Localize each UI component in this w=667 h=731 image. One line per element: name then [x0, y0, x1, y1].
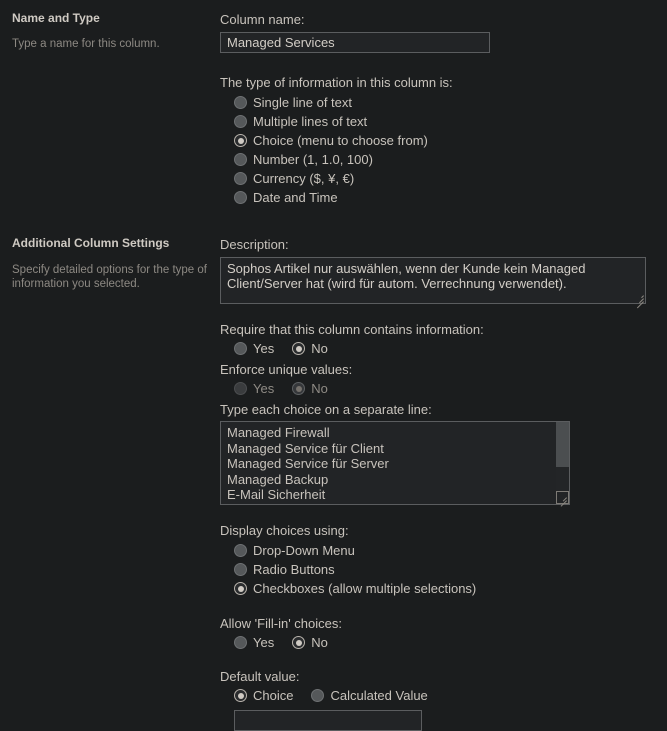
radio-icon-disabled-selected	[292, 382, 306, 395]
radio-icon[interactable]	[234, 191, 247, 204]
section-name-and-type: Name and Type Type a name for this colum…	[0, 0, 667, 207]
require-info-option-yes[interactable]: Yes	[234, 340, 274, 357]
enforce-unique-label: Enforce unique values:	[220, 362, 353, 377]
display-choices-option-checkboxes[interactable]: Checkboxes (allow multiple selections)	[220, 579, 655, 598]
column-type-option-label: Date and Time	[253, 190, 338, 205]
require-info-option-label: No	[311, 341, 328, 356]
section-additional-settings: Additional Column Settings Specify detai…	[0, 207, 667, 731]
section-description: Specify detailed options for the type of…	[12, 264, 207, 290]
radio-icon[interactable]	[234, 342, 247, 355]
radio-icon[interactable]	[311, 689, 325, 702]
fill-in-option-yes[interactable]: Yes	[234, 634, 274, 651]
require-info-label: Require that this column contains inform…	[220, 322, 484, 337]
radio-icon[interactable]	[234, 96, 247, 109]
radio-icon-disabled	[234, 382, 247, 395]
column-type-option-label: Choice (menu to choose from)	[253, 133, 428, 148]
column-type-label: The type of information in this column i…	[220, 75, 453, 90]
choices-scrollbar-thumb[interactable]	[556, 422, 569, 467]
resize-handle-icon[interactable]	[556, 491, 569, 507]
column-type-option-multiple-lines[interactable]: Multiple lines of text	[220, 112, 655, 131]
section-additional-settings-right: Description: Sophos Artikel nur auswähle…	[220, 236, 667, 731]
choices-label: Type each choice on a separate line:	[220, 402, 432, 417]
radio-icon-selected[interactable]	[234, 134, 247, 147]
enforce-unique-option-no: No	[292, 380, 328, 397]
radio-icon[interactable]	[234, 563, 247, 576]
section-name-and-type-right: Column name: The type of information in …	[220, 11, 667, 207]
default-value-option-calculated-value[interactable]: Calculated Value	[311, 687, 428, 704]
choice-line: Managed Backup	[227, 471, 329, 487]
display-choices-option-label: Checkboxes (allow multiple selections)	[253, 581, 477, 596]
radio-icon-selected[interactable]	[292, 636, 306, 649]
choices-textarea[interactable]: Managed Firewall Managed Service für Cli…	[220, 421, 570, 505]
column-type-option-date-and-time[interactable]: Date and Time	[220, 188, 655, 207]
section-title: Name and Type	[12, 11, 100, 25]
radio-icon[interactable]	[234, 172, 247, 185]
enforce-unique-radio-group: Yes No	[220, 379, 655, 398]
fill-in-radio-group: Yes No	[220, 633, 655, 652]
require-info-option-no[interactable]: No	[292, 340, 328, 357]
radio-icon[interactable]	[234, 544, 247, 557]
column-type-option-label: Multiple lines of text	[253, 114, 368, 129]
fill-in-option-label: Yes	[253, 635, 275, 650]
column-type-option-label: Single line of text	[253, 95, 353, 110]
default-value-radio-group: Choice Calculated Value	[220, 686, 655, 705]
fill-in-label: Allow 'Fill-in' choices:	[220, 616, 342, 631]
radio-icon[interactable]	[234, 153, 247, 166]
default-value-option-choice[interactable]: Choice	[234, 687, 293, 704]
require-info-radio-group: Yes No	[220, 339, 655, 358]
default-value-label: Default value:	[220, 669, 300, 684]
enforce-unique-option-label: Yes	[253, 381, 275, 396]
display-choices-option-label: Drop-Down Menu	[253, 543, 355, 558]
column-type-option-number[interactable]: Number (1, 1.0, 100)	[220, 150, 655, 169]
display-choices-radio-group: Drop-Down Menu Radio Buttons Checkboxes …	[220, 541, 655, 598]
require-info-option-label: Yes	[253, 341, 275, 356]
radio-icon[interactable]	[234, 636, 247, 649]
column-name-input[interactable]	[220, 32, 490, 53]
radio-icon[interactable]	[234, 115, 247, 128]
column-type-option-choice[interactable]: Choice (menu to choose from)	[220, 131, 655, 150]
column-settings-page: Name and Type Type a name for this colum…	[0, 0, 667, 731]
section-additional-settings-left: Additional Column Settings Specify detai…	[0, 236, 220, 291]
description-textarea-wrap: Sophos Artikel nur auswählen, wenn der K…	[220, 257, 646, 309]
choice-line: Managed Service für Client	[227, 440, 384, 456]
enforce-unique-option-yes: Yes	[234, 380, 274, 397]
fill-in-option-label: No	[311, 635, 328, 650]
fill-in-option-no[interactable]: No	[292, 634, 328, 651]
column-type-option-single-line[interactable]: Single line of text	[220, 93, 655, 112]
choices-listbox-wrap: Managed Firewall Managed Service für Cli…	[220, 421, 570, 507]
choice-line: Managed Service für Server	[227, 456, 389, 471]
column-name-label: Column name:	[220, 12, 305, 27]
column-type-option-label: Currency ($, ¥, €)	[253, 171, 355, 186]
default-value-input[interactable]	[234, 710, 422, 731]
section-title: Additional Column Settings	[12, 236, 170, 250]
radio-icon-selected[interactable]	[292, 342, 306, 355]
enforce-unique-option-label: No	[311, 381, 328, 396]
choice-line: Managed Firewall	[227, 425, 330, 440]
section-description: Type a name for this column.	[12, 38, 160, 50]
description-textarea[interactable]: Sophos Artikel nur auswählen, wenn der K…	[220, 257, 646, 304]
column-type-option-label: Number (1, 1.0, 100)	[253, 152, 373, 167]
choice-line: E-Mail Sicherheit	[227, 487, 326, 502]
display-choices-label: Display choices using:	[220, 523, 349, 538]
section-name-and-type-left: Name and Type Type a name for this colum…	[0, 11, 220, 51]
display-choices-option-label: Radio Buttons	[253, 562, 335, 577]
radio-icon-selected[interactable]	[234, 582, 247, 595]
description-label: Description:	[220, 237, 289, 252]
default-value-option-label: Choice	[253, 688, 294, 703]
column-type-radio-group: Single line of text Multiple lines of te…	[220, 93, 655, 207]
default-value-option-label: Calculated Value	[330, 688, 428, 703]
display-choices-option-radio-buttons[interactable]: Radio Buttons	[220, 560, 655, 579]
radio-icon-selected[interactable]	[234, 689, 247, 702]
display-choices-option-drop-down-menu[interactable]: Drop-Down Menu	[220, 541, 655, 560]
column-type-option-currency[interactable]: Currency ($, ¥, €)	[220, 169, 655, 188]
